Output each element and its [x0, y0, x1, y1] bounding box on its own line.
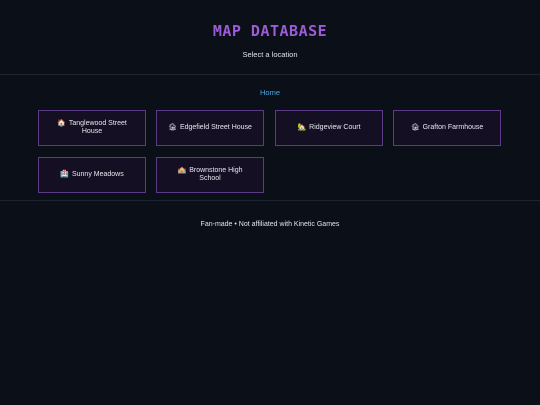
- location-label: Tanglewood Street House: [68, 120, 127, 135]
- house-with-garden-icon: 🏡: [297, 124, 307, 131]
- page-title: MAP DATABASE: [212, 22, 328, 40]
- location-card-ridgeview[interactable]: 🏡 Ridgeview Court: [275, 110, 383, 146]
- page: MAP DATABASE Select a location Home 🏠 Tan…: [0, 0, 540, 405]
- location-card-grafton[interactable]: 🏚 Grafton Farmhouse: [393, 110, 501, 146]
- location-label: Edgefield Street House: [179, 124, 252, 131]
- site-header: MAP DATABASE Select a location: [0, 0, 540, 75]
- location-card-sunny-meadows[interactable]: 🏥 Sunny Meadows: [38, 157, 146, 193]
- location-card-edgefield[interactable]: 🏚 Edgefield Street House: [156, 110, 264, 146]
- derelict-house-icon: 🏚: [410, 124, 420, 131]
- site-footer: Fan-made • Not affiliated with Kinetic G…: [0, 200, 540, 231]
- hospital-icon: 🏥: [60, 171, 69, 178]
- location-label: Sunny Meadows: [71, 171, 124, 178]
- location-card-brownstone[interactable]: 🏫 Brownstone High School: [156, 157, 264, 193]
- school-icon: 🏫: [177, 167, 187, 174]
- breadcrumb: Home: [0, 75, 540, 103]
- location-label: Ridgeview Court: [309, 124, 361, 131]
- page-subtitle: Select a location: [242, 50, 298, 59]
- location-label: Grafton Farmhouse: [422, 124, 484, 131]
- nav-home-link[interactable]: Home: [260, 88, 280, 97]
- location-label: Brownstone High School: [189, 167, 243, 182]
- location-card-tanglewood[interactable]: 🏠 Tanglewood Street House: [38, 110, 146, 146]
- derelict-house-icon: 🏚: [168, 124, 177, 131]
- house-icon: 🏠: [57, 120, 66, 127]
- footer-disclaimer: Fan-made • Not affiliated with Kinetic G…: [200, 221, 340, 228]
